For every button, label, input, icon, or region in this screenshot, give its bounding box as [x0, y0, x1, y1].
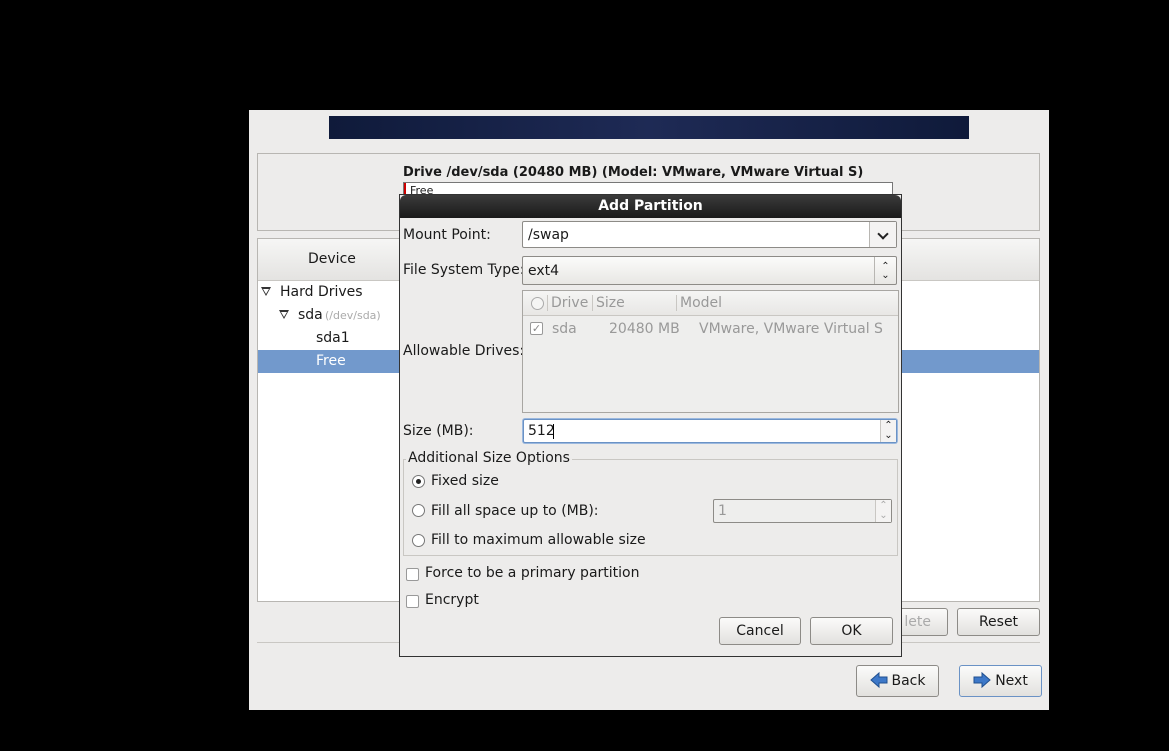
ok-button[interactable]: OK: [810, 617, 893, 645]
header-banner: [329, 116, 969, 139]
drive-checkbox[interactable]: ✓: [530, 322, 543, 335]
size-label: Size (MB):: [403, 423, 474, 439]
dropdown-button[interactable]: [869, 222, 896, 247]
select-arrows: ⌃ ⌄: [874, 257, 896, 284]
next-button[interactable]: Next: [959, 665, 1042, 697]
column-drive[interactable]: Drive: [551, 295, 588, 311]
size-input[interactable]: 512 ⌃ ⌄: [523, 419, 897, 443]
fs-type-select[interactable]: ext4 ⌃ ⌄: [522, 256, 897, 285]
chevron-down-icon[interactable]: ⌄: [876, 511, 891, 521]
force-primary-checkbox[interactable]: [406, 568, 419, 581]
encrypt-label[interactable]: Encrypt: [425, 592, 479, 608]
cancel-button[interactable]: Cancel: [719, 617, 801, 645]
column-separator: [676, 295, 677, 311]
drive-name: sda: [552, 321, 577, 337]
expander-icon[interactable]: [261, 287, 271, 296]
allowable-drives-label: Allowable Drives:: [403, 343, 525, 359]
drive-title: Drive /dev/sda (20480 MB) (Model: VMware…: [403, 165, 864, 180]
fill-upto-radio[interactable]: [412, 504, 425, 517]
device-column-label: Device: [308, 251, 356, 267]
fill-max-label[interactable]: Fill to maximum allowable size: [431, 532, 646, 548]
device-path-hint: (/dev/sda): [325, 309, 381, 322]
force-primary-label[interactable]: Force to be a primary partition: [425, 565, 639, 581]
fill-max-radio[interactable]: [412, 534, 425, 547]
reset-button[interactable]: Reset: [957, 608, 1040, 636]
size-value[interactable]: 512: [528, 423, 555, 439]
tree-row-label: sda: [298, 307, 323, 323]
encrypt-checkbox[interactable]: [406, 595, 419, 608]
text-cursor: [553, 424, 554, 439]
chevron-down-icon: [877, 228, 889, 240]
mount-point-value[interactable]: /swap: [528, 227, 569, 243]
chevron-down-icon: ⌄: [881, 270, 890, 281]
arrow-right-icon: [973, 671, 991, 689]
fs-type-value: ext4: [528, 263, 560, 279]
size-options-label: Additional Size Options: [406, 450, 572, 466]
arrow-left-icon: [869, 671, 887, 689]
column-size[interactable]: Size: [596, 295, 625, 311]
fill-upto-value: 1: [718, 503, 727, 519]
column-model[interactable]: Model: [680, 295, 722, 311]
drive-model: VMware, VMware Virtual S: [699, 321, 883, 337]
back-button-label: Back: [891, 673, 926, 689]
fixed-size-radio[interactable]: [412, 475, 425, 488]
dialog-title: Add Partition: [400, 195, 901, 218]
column-separator: [547, 295, 548, 311]
tree-row-label: Hard Drives: [280, 284, 363, 300]
chevron-down-icon[interactable]: ⌄: [881, 431, 896, 441]
mount-point-label: Mount Point:: [403, 227, 491, 243]
mount-point-combo[interactable]: /swap: [522, 221, 897, 248]
drive-size: 20480 MB: [609, 321, 680, 337]
allowable-drives-list[interactable]: Drive Size Model ✓ sda 20480 MB VMware, …: [522, 290, 899, 413]
fill-upto-input[interactable]: 1 ⌃ ⌄: [713, 499, 892, 523]
drive-row[interactable]: ✓ sda 20480 MB VMware, VMware Virtual S: [523, 319, 898, 341]
fixed-size-label[interactable]: Fixed size: [431, 473, 499, 489]
tree-row-label: sda1: [316, 330, 350, 346]
drives-list-header: Drive Size Model: [523, 291, 898, 316]
fill-upto-spinner[interactable]: ⌃ ⌄: [875, 500, 891, 522]
expander-icon[interactable]: [279, 310, 289, 319]
column-separator: [592, 295, 593, 311]
fs-type-label: File System Type:: [403, 262, 525, 278]
back-button[interactable]: Back: [856, 665, 939, 697]
tree-row-label: Free: [316, 353, 346, 369]
size-spinner[interactable]: ⌃ ⌄: [880, 420, 896, 442]
next-button-label: Next: [995, 673, 1028, 689]
select-all-toggle[interactable]: [531, 297, 544, 310]
fill-upto-label[interactable]: Fill all space up to (MB):: [431, 503, 599, 519]
